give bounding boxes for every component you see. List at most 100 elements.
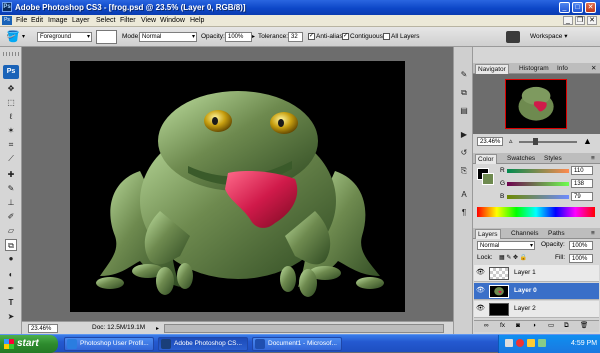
mode-select[interactable]: Normal ▾: [139, 32, 197, 42]
fill-source-select[interactable]: Foreground ▾: [37, 32, 92, 42]
tab-navigator[interactable]: Navigator: [475, 64, 509, 74]
paragraph-panel-icon[interactable]: ¶: [458, 207, 470, 219]
tab-info[interactable]: Info: [555, 64, 570, 74]
lasso-tool-icon[interactable]: ℓ: [5, 111, 17, 123]
navigator-slider-thumb[interactable]: [533, 138, 538, 145]
visibility-eye-icon[interactable]: 👁: [476, 305, 485, 313]
navigator-preview[interactable]: [473, 74, 600, 134]
layer-row-layer-0[interactable]: 👁 Layer 0: [474, 283, 599, 300]
paint-bucket-icon[interactable]: 🪣: [6, 30, 20, 44]
layer-style-icon[interactable]: fx: [500, 321, 505, 331]
b-value-input[interactable]: 79: [571, 192, 593, 201]
layer-mask-icon[interactable]: ◙: [516, 321, 520, 331]
tool-presets-panel-icon[interactable]: ⧉: [458, 87, 470, 99]
healing-brush-tool-icon[interactable]: ✚: [5, 169, 17, 181]
menu-help[interactable]: Help: [190, 16, 204, 26]
close-icon[interactable]: ✕: [585, 2, 596, 13]
new-layer-icon[interactable]: ⧉: [564, 321, 569, 331]
crop-tool-icon[interactable]: ⌗: [5, 139, 17, 151]
tab-layers[interactable]: Layers: [475, 229, 501, 239]
character-panel-icon[interactable]: A: [458, 189, 470, 201]
move-tool-icon[interactable]: ✥: [5, 83, 17, 95]
tool-preset-chevron-icon[interactable]: ▾: [22, 33, 25, 40]
tab-histogram[interactable]: Histogram: [517, 64, 551, 74]
type-tool-icon[interactable]: T: [5, 297, 17, 309]
menu-select[interactable]: Select: [96, 16, 115, 26]
layer-row-layer-1[interactable]: 👁 Layer 1: [474, 265, 599, 282]
opacity-arrow-icon[interactable]: ▸: [252, 33, 255, 40]
blend-mode-select[interactable]: Normal ▾: [477, 241, 535, 250]
network-icon[interactable]: [505, 339, 513, 347]
document-canvas[interactable]: [70, 61, 405, 312]
path-selection-tool-icon[interactable]: ➤: [5, 311, 17, 323]
doc-restore-icon[interactable]: ❐: [575, 16, 585, 25]
menu-window[interactable]: Window: [160, 16, 185, 26]
visibility-eye-icon[interactable]: 👁: [476, 269, 485, 277]
task-photoshop-user-profile[interactable]: Photoshop User Profil...: [64, 337, 154, 351]
layer-fill-input[interactable]: 100%: [569, 254, 593, 263]
menu-layer[interactable]: Layer: [72, 16, 90, 26]
g-slider[interactable]: [507, 182, 569, 186]
clone-source-panel-icon[interactable]: ⎘: [458, 165, 470, 177]
doc-minimize-icon[interactable]: _: [563, 16, 573, 25]
actions-panel-icon[interactable]: ▶: [458, 129, 470, 141]
panel-menu-icon[interactable]: ≡: [589, 154, 597, 164]
lock-icons[interactable]: ▦ ✎ ✥ 🔒: [499, 253, 527, 263]
tray-app-icon[interactable]: [527, 339, 535, 347]
adjustment-layer-icon[interactable]: ◑: [532, 321, 536, 331]
photoshop-logo[interactable]: Ps: [3, 65, 19, 79]
blur-tool-icon[interactable]: ●: [5, 253, 17, 265]
workspace-button[interactable]: Workspace ▾: [530, 32, 567, 42]
contiguous-checkbox[interactable]: ✓: [342, 33, 349, 40]
task-document1-word[interactable]: Document1 - Microsof...: [252, 337, 342, 351]
menu-view[interactable]: View: [141, 16, 156, 26]
menu-image[interactable]: Image: [48, 16, 67, 26]
opacity-input[interactable]: 100%: [225, 32, 252, 42]
visibility-eye-icon[interactable]: 👁: [476, 287, 485, 295]
menu-file[interactable]: File: [16, 16, 27, 26]
navigator-view-box[interactable]: [505, 79, 567, 129]
background-color-swatch[interactable]: [482, 173, 494, 185]
r-value-input[interactable]: 110: [571, 166, 593, 175]
zoom-in-icon[interactable]: ▲: [583, 136, 592, 146]
task-adobe-photoshop[interactable]: Adobe Photoshop CS...: [158, 337, 248, 351]
maximize-icon[interactable]: □: [572, 2, 583, 13]
minimize-icon[interactable]: _: [559, 2, 570, 13]
g-value-input[interactable]: 138: [571, 179, 593, 188]
layer-comps-panel-icon[interactable]: ▤: [458, 105, 470, 117]
zoom-level-input[interactable]: 23.46%: [28, 324, 58, 333]
history-panel-icon[interactable]: ↺: [458, 147, 470, 159]
eraser-tool-icon[interactable]: ▱: [5, 225, 17, 237]
tab-styles[interactable]: Styles: [542, 154, 564, 164]
panel-close-icon[interactable]: ✕: [589, 64, 598, 74]
magic-wand-tool-icon[interactable]: ✶: [5, 125, 17, 137]
new-group-icon[interactable]: ▭: [548, 321, 554, 331]
brush-tool-icon[interactable]: ✎: [5, 183, 17, 195]
volume-icon[interactable]: [538, 339, 546, 347]
tab-channels[interactable]: Channels: [509, 229, 540, 239]
b-slider[interactable]: [507, 195, 569, 199]
slice-tool-icon[interactable]: ⟋: [5, 153, 17, 165]
history-brush-tool-icon[interactable]: ✐: [5, 211, 17, 223]
r-slider[interactable]: [507, 169, 569, 173]
antialias-checkbox[interactable]: ✓: [308, 33, 315, 40]
document-icon[interactable]: Ps: [2, 16, 12, 25]
toolbox-grip[interactable]: [3, 52, 19, 56]
menu-edit[interactable]: Edit: [31, 16, 43, 26]
doc-close-icon[interactable]: ✕: [587, 16, 597, 25]
tab-paths[interactable]: Paths: [546, 229, 567, 239]
clone-stamp-tool-icon[interactable]: ⊥: [5, 197, 17, 209]
status-menu-arrow-icon[interactable]: ▸: [156, 325, 159, 332]
security-icon[interactable]: [516, 339, 524, 347]
tab-color[interactable]: Color: [475, 154, 497, 164]
navigator-zoom-input[interactable]: 23.46%: [477, 137, 503, 146]
start-button[interactable]: start: [0, 335, 58, 353]
delete-layer-icon[interactable]: 🗑: [580, 321, 588, 331]
all-layers-checkbox[interactable]: [383, 33, 390, 40]
menu-filter[interactable]: Filter: [120, 16, 136, 26]
brushes-panel-icon[interactable]: ✎: [458, 69, 470, 81]
paint-bucket-tool-icon[interactable]: ⧉: [5, 239, 17, 251]
link-layers-icon[interactable]: ∞: [484, 321, 489, 331]
horizontal-scrollbar[interactable]: [164, 324, 444, 333]
navigator-zoom-slider[interactable]: [519, 141, 577, 143]
